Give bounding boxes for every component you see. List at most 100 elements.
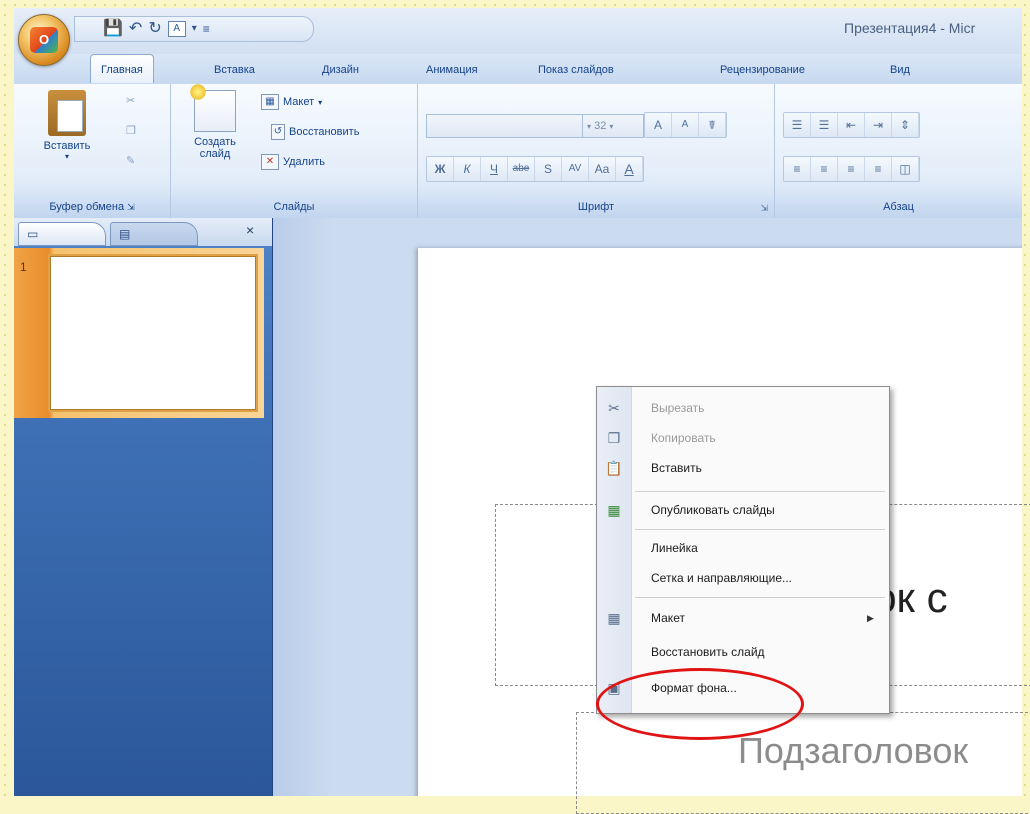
menu-item-label: Копировать	[651, 431, 716, 445]
clear-format-icon[interactable]: ☤	[699, 113, 726, 137]
new-slide-button[interactable]: Создать слайд	[181, 83, 249, 160]
tab-slide-show[interactable]: Показ слайдов	[538, 64, 614, 76]
new-slide-icon	[189, 83, 236, 132]
char-spacing-button[interactable]: AV	[562, 157, 589, 181]
slide-thumbnail[interactable]	[50, 256, 256, 410]
redo-icon[interactable]: ↻	[148, 19, 161, 39]
outline-tab[interactable]: ▤	[110, 222, 198, 246]
menu-separator	[635, 491, 885, 492]
copy-icon: ❐	[607, 430, 621, 446]
menu-item-cut[interactable]: ✂ Вырезать	[597, 393, 889, 423]
shrink-font-button[interactable]: A	[672, 113, 699, 137]
copy-button[interactable]: ❐	[126, 124, 136, 137]
layout-label: Макет	[283, 96, 315, 108]
new-slide-label-line1: Создать	[194, 136, 236, 148]
copy-icon: ❐	[126, 125, 136, 137]
format-painter-button[interactable]: ✎	[126, 154, 135, 167]
dialog-launcher-icon[interactable]: ⇲	[760, 203, 768, 214]
office-button[interactable]: O	[18, 14, 70, 66]
menu-separator	[635, 597, 885, 598]
menu-item-label: Опубликовать слайды	[651, 503, 775, 517]
tab-home[interactable]: Главная	[90, 54, 154, 83]
ribbon-tabs: Главная Вставка Дизайн Анимация Показ сл…	[14, 54, 1022, 85]
align-left-icon[interactable]: ≡	[784, 157, 811, 181]
slides-pane: ▭ ▤ × 1	[14, 218, 273, 796]
grow-font-button[interactable]: A	[645, 113, 672, 137]
font-size-input[interactable]: ▾ 32 ▾	[582, 114, 644, 138]
menu-item-label: Вставить	[651, 461, 702, 475]
delete-label: Удалить	[283, 156, 325, 168]
menu-item-reset-slide[interactable]: Восстановить слайд	[597, 637, 889, 667]
chevron-down-icon: ▾	[609, 122, 614, 131]
numbering-icon[interactable]: ☰	[811, 113, 838, 137]
columns-icon[interactable]: ◫	[892, 157, 919, 181]
tab-review[interactable]: Рецензирование	[720, 64, 805, 76]
chevron-down-icon[interactable]: ▾	[192, 19, 197, 39]
cut-button[interactable]: ✂	[126, 94, 135, 107]
customize-qat-icon[interactable]: ≡	[203, 19, 210, 39]
change-case-button[interactable]: Aa	[589, 157, 616, 181]
cut-icon: ✂	[126, 95, 136, 107]
slides-group-label: Слайды	[171, 196, 417, 218]
font-format-row: Ж К Ч abe S AV Aa A	[426, 156, 644, 182]
menu-item-label: Восстановить слайд	[651, 645, 765, 659]
slides-group: Создать слайд ▦ Макет ▾ ↺ Восстановить ✕…	[171, 83, 418, 218]
window-title: Презентация4 - Micr	[844, 20, 976, 36]
bold-button[interactable]: Ж	[427, 157, 454, 181]
underline-button[interactable]: Ч	[481, 157, 508, 181]
tab-design[interactable]: Дизайн	[322, 64, 359, 76]
brush-icon: ✎	[126, 155, 136, 167]
undo-icon[interactable]: ↶	[129, 19, 142, 39]
paragraph-group-label: Абзац	[775, 196, 1022, 218]
line-spacing-icon[interactable]: ⇕	[892, 113, 919, 137]
increase-indent-icon[interactable]: ⇥	[865, 113, 892, 137]
justify-icon[interactable]: ≡	[865, 157, 892, 181]
menu-item-grid-guides[interactable]: Сетка и направляющие...	[597, 563, 889, 593]
delete-slide-button[interactable]: ✕ Удалить	[261, 154, 325, 170]
ribbon: Вставить ▾ ✂ ❐ ✎ Буфер обмена ⇲ Создать …	[14, 83, 1022, 219]
submenu-arrow-icon: ▶	[867, 613, 874, 623]
menu-item-label: Сетка и направляющие...	[651, 571, 792, 585]
pane-tabs: ▭ ▤ ×	[14, 218, 272, 246]
menu-item-publish-slides[interactable]: ▦ Опубликовать слайды	[597, 495, 889, 525]
highlight-ellipse-annotation	[596, 668, 804, 740]
layout-button[interactable]: ▦ Макет ▾	[261, 94, 322, 110]
align-right-icon[interactable]: ≡	[838, 157, 865, 181]
tab-insert[interactable]: Вставка	[214, 64, 255, 76]
decrease-indent-icon[interactable]: ⇤	[838, 113, 865, 137]
menu-item-copy[interactable]: ❐ Копировать	[597, 423, 889, 453]
slides-tab-icon: ▭	[27, 227, 39, 241]
menu-item-label: Линейка	[651, 541, 698, 555]
align-center-icon[interactable]: ≡	[811, 157, 838, 181]
menu-item-ruler[interactable]: Линейка	[597, 533, 889, 563]
italic-button[interactable]: К	[454, 157, 481, 181]
layout-icon: ▦	[607, 610, 621, 626]
menu-item-label: Вырезать	[651, 401, 705, 415]
strikethrough-button[interactable]: abe	[508, 157, 535, 181]
slide-thumbnail-row[interactable]: 1	[14, 248, 264, 418]
bullets-icon[interactable]: ☰	[784, 113, 811, 137]
close-icon[interactable]: ×	[246, 222, 254, 238]
outline-tab-icon: ▤	[119, 227, 131, 241]
paste-icon: 📋	[605, 460, 623, 476]
chevron-down-icon: ▾	[318, 97, 323, 107]
chevron-down-icon: ▾	[64, 152, 69, 161]
font-group: ▾ 32 ▾ A A ☤ Ж К Ч abe S AV Aa A Шрифт ⇲	[418, 84, 775, 218]
font-name-input[interactable]	[426, 114, 584, 138]
align-controls: ≡ ≡ ≡ ≡ ◫	[783, 156, 920, 182]
save-icon[interactable]: 💾	[103, 19, 123, 39]
slides-tab[interactable]: ▭	[18, 222, 106, 246]
subtitle-text: Подзаголовок	[738, 730, 969, 771]
tab-view[interactable]: Вид	[890, 64, 910, 76]
menu-item-layout[interactable]: ▦ Макет ▶	[597, 603, 889, 633]
paste-button[interactable]: Вставить ▾	[32, 90, 102, 161]
shadow-button[interactable]: S	[535, 157, 562, 181]
font-color-icon[interactable]: A	[167, 21, 186, 37]
font-color-button[interactable]: A	[616, 157, 643, 181]
paste-label: Вставить	[43, 140, 91, 152]
tab-animation[interactable]: Анимация	[426, 64, 478, 76]
dialog-launcher-icon[interactable]: ⇲	[127, 202, 135, 212]
font-size-value: 32	[594, 120, 607, 132]
reset-button[interactable]: ↺ Восстановить	[271, 124, 359, 140]
menu-item-paste[interactable]: 📋 Вставить	[597, 453, 889, 483]
